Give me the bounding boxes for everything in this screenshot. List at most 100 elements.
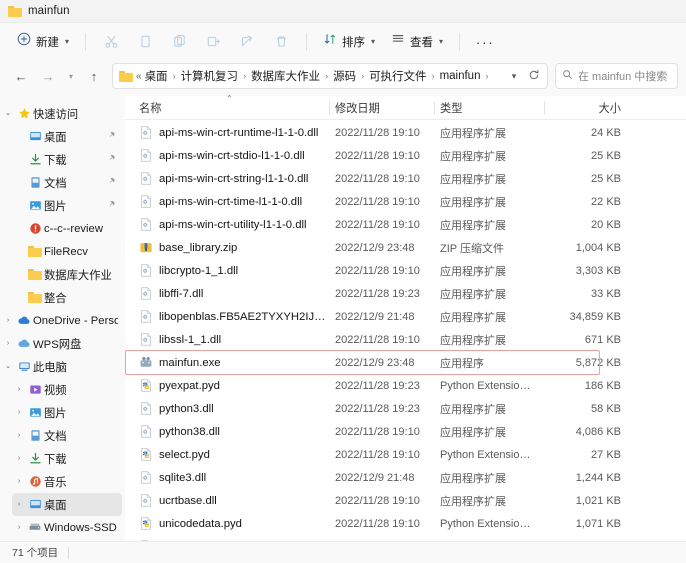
- file-type-cell: Python Extensio…: [440, 448, 531, 461]
- delete-button[interactable]: [265, 28, 297, 56]
- chevron-down-icon[interactable]: ⌄: [1, 110, 15, 117]
- table-row[interactable]: unicodedata.pyd 2022/11/28 19:10 Python Ex…: [125, 512, 686, 535]
- breadcrumb-item-1[interactable]: 计算机复习: [180, 68, 240, 84]
- table-row[interactable]: api-ms-win-crt-time-l1-1-0.dll 2022/11/28…: [125, 190, 686, 213]
- sidebar-item-18[interactable]: › Windows-SSD (C:): [12, 516, 122, 539]
- table-row[interactable]: libffi-7.dll 2022/11/28 19:23 应用程序扩展 33 KB: [125, 282, 686, 305]
- rename-button[interactable]: [197, 28, 229, 56]
- status-bar: 71 个项目: [0, 541, 686, 563]
- table-row[interactable]: libcrypto-1_1.dll 2022/11/28 19:10 应用程序扩展 3…: [125, 259, 686, 282]
- sort-button[interactable]: 排序 ▾: [316, 28, 382, 56]
- chevron-right-icon[interactable]: ›: [1, 340, 15, 347]
- up-button[interactable]: ↑: [81, 63, 107, 89]
- dll-file-icon: [139, 194, 153, 209]
- pin-icon[interactable]: [107, 154, 116, 166]
- sidebar-item-11[interactable]: ⌄ 此电脑: [1, 355, 122, 378]
- file-name-cell: api-ms-win-crt-runtime-l1-1-0.dll: [133, 125, 329, 140]
- new-button[interactable]: 新建 ▾: [10, 28, 76, 56]
- table-row[interactable]: api-ms-win-crt-runtime-l1-1-0.dll 2022/11…: [125, 121, 686, 144]
- table-row[interactable]: ucrtbase.dll 2022/11/28 19:10 应用程序扩展 1,021 …: [125, 489, 686, 512]
- sidebar-item-1[interactable]: 桌面: [12, 125, 122, 148]
- table-row[interactable]: sqlite3.dll 2022/12/9 21:48 应用程序扩展 1,244 KB: [125, 466, 686, 489]
- sidebar-item-19[interactable]: ›Data (D:): [12, 539, 122, 541]
- file-size-cell: 27 KB: [591, 448, 621, 461]
- back-button[interactable]: ←: [8, 63, 34, 89]
- sidebar-item-9[interactable]: › OneDrive - Persona: [1, 309, 122, 332]
- sidebar-item-4[interactable]: 图片: [12, 194, 122, 217]
- table-row[interactable]: VCRUNTIME140.dll 2022/11/28 19:10应用程序扩展88…: [125, 535, 686, 541]
- paste-button[interactable]: [163, 28, 195, 56]
- breadcrumb-item-0[interactable]: 桌面: [144, 68, 169, 84]
- table-row[interactable]: libopenblas.FB5AE2TYXYH2IJRDKGD… 2022/12/…: [125, 305, 686, 328]
- table-row[interactable]: pyexpat.pyd 2022/11/28 19:23 Python Extens…: [125, 374, 686, 397]
- breadcrumb-item-5[interactable]: mainfun: [439, 70, 482, 82]
- file-name-label: libopenblas.FB5AE2TYXYH2IJRDKGD…: [159, 310, 329, 323]
- forward-button[interactable]: →: [35, 63, 61, 89]
- address-bar[interactable]: « 桌面 › 计算机复习 › 数据库大作业 › 源码 › 可执行文件 › mai…: [112, 63, 548, 89]
- sidebar-item-8[interactable]: 整合: [12, 286, 122, 309]
- view-button[interactable]: 查看 ▾: [384, 28, 450, 56]
- cut-button[interactable]: [95, 28, 127, 56]
- chevron-right-icon[interactable]: ›: [1, 317, 15, 324]
- chevron-right-icon[interactable]: ›: [12, 478, 26, 485]
- table-row[interactable]: mainfun.exe 2022/12/9 23:48 应用程序 5,872 KB: [125, 351, 686, 374]
- file-type-cell: Python Extensio…: [440, 379, 531, 392]
- search-input[interactable]: 在 mainfun 中搜索: [578, 68, 667, 84]
- chevron-right-icon[interactable]: ›: [12, 409, 26, 416]
- share-button[interactable]: [231, 28, 263, 56]
- sidebar-item-6[interactable]: FileRecv: [12, 240, 122, 263]
- refresh-button[interactable]: [525, 65, 543, 87]
- breadcrumb-item-3[interactable]: 源码: [332, 68, 357, 84]
- table-row[interactable]: libssl-1_1.dll 2022/11/28 19:10 应用程序扩展 671 …: [125, 328, 686, 351]
- chevron-right-icon[interactable]: ›: [12, 386, 26, 393]
- chevron-down-icon: ▾: [511, 70, 517, 81]
- sidebar-item-14[interactable]: › 文档: [12, 424, 122, 447]
- sidebar-item-2[interactable]: 下载: [12, 148, 122, 171]
- file-size-cell: 186 KB: [584, 379, 621, 392]
- sidebar-item-10[interactable]: › WPS网盘: [1, 332, 122, 355]
- sidebar-item-12[interactable]: › 视频: [12, 378, 122, 401]
- sidebar-item-7[interactable]: 数据库大作业: [12, 263, 122, 286]
- file-name-cell: pyexpat.pyd: [133, 378, 329, 393]
- sidebar-item-16[interactable]: › 音乐: [12, 470, 122, 493]
- pin-icon[interactable]: [107, 131, 116, 143]
- table-row[interactable]: python3.dll 2022/11/28 19:23 应用程序扩展 58 KB: [125, 397, 686, 420]
- pin-icon[interactable]: [107, 177, 116, 189]
- table-row[interactable]: api-ms-win-crt-utility-l1-1-0.dll 2022/11…: [125, 213, 686, 236]
- sidebar-item-label: OneDrive - Persona: [33, 314, 118, 327]
- sidebar-item-13[interactable]: › 图片: [12, 401, 122, 424]
- sidebar-item-17[interactable]: › 桌面: [12, 493, 122, 516]
- file-size-cell: 1,021 KB: [575, 494, 621, 507]
- more-options-button[interactable]: ···: [469, 28, 501, 56]
- breadcrumb-overflow-icon[interactable]: «: [136, 71, 144, 82]
- sidebar-item-3[interactable]: 文档: [12, 171, 122, 194]
- column-header-name[interactable]: 名称 ⌃: [133, 94, 329, 120]
- sidebar-item-15[interactable]: › 下载: [12, 447, 122, 470]
- search-box[interactable]: 在 mainfun 中搜索: [555, 63, 678, 89]
- sidebar-item-0[interactable]: ⌄ 快速访问: [1, 102, 122, 125]
- chevron-down-icon[interactable]: ⌄: [1, 363, 15, 370]
- table-row[interactable]: select.pyd 2022/11/28 19:10 Python Extensi…: [125, 443, 686, 466]
- table-row[interactable]: api-ms-win-crt-stdio-l1-1-0.dll 2022/11/2…: [125, 144, 686, 167]
- tab-mainfun[interactable]: mainfun: [6, 0, 78, 22]
- table-row[interactable]: python38.dll 2022/11/28 19:10 应用程序扩展 4,086 …: [125, 420, 686, 443]
- copy-button[interactable]: [129, 28, 161, 56]
- file-name-cell: python3.dll: [133, 401, 329, 416]
- table-row[interactable]: base_library.zip 2022/12/9 23:48 ZIP 压缩文件 1…: [125, 236, 686, 259]
- column-header-size[interactable]: 大小: [544, 96, 629, 120]
- address-dropdown-button[interactable]: ▾: [505, 65, 523, 87]
- view-button-label: 查看: [410, 36, 434, 49]
- file-name-label: ucrtbase.dll: [159, 494, 217, 507]
- column-header-type[interactable]: 类型: [434, 96, 544, 120]
- sidebar-item-5[interactable]: c--c--review: [12, 217, 122, 240]
- chevron-right-icon[interactable]: ›: [12, 524, 26, 531]
- chevron-right-icon[interactable]: ›: [12, 501, 26, 508]
- chevron-right-icon[interactable]: ›: [12, 432, 26, 439]
- column-header-date[interactable]: 修改日期: [329, 96, 434, 120]
- recent-locations-button[interactable]: ▾: [62, 63, 80, 89]
- breadcrumb-item-2[interactable]: 数据库大作业: [250, 68, 321, 84]
- table-row[interactable]: api-ms-win-crt-string-l1-1-0.dll 2022/11/…: [125, 167, 686, 190]
- breadcrumb-item-4[interactable]: 可执行文件: [368, 68, 428, 84]
- pin-icon[interactable]: [107, 200, 116, 212]
- chevron-right-icon[interactable]: ›: [12, 455, 26, 462]
